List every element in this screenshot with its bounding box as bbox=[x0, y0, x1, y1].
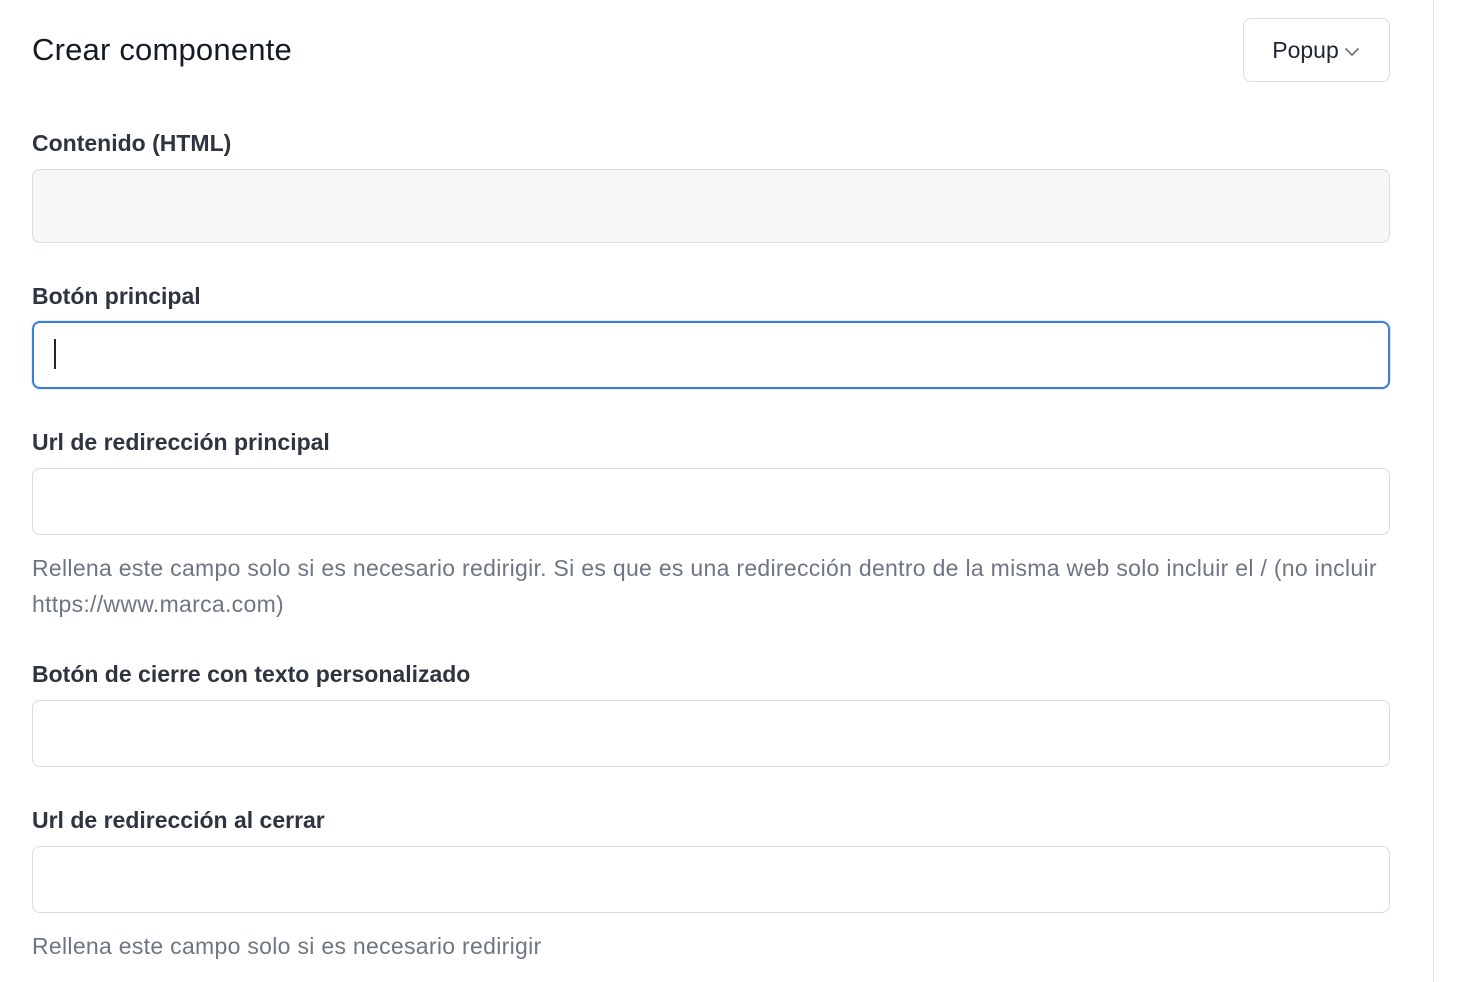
main-redirect-url-input[interactable] bbox=[32, 468, 1390, 535]
page-title: Crear componente bbox=[32, 32, 292, 67]
close-button-text-input[interactable] bbox=[32, 700, 1390, 767]
content-html-label: Contenido (HTML) bbox=[32, 130, 232, 156]
close-button-text-label: Botón de cierre con texto personalizado bbox=[32, 661, 471, 687]
main-redirect-url-label: Url de redirección principal bbox=[32, 429, 330, 455]
main-button-label: Botón principal bbox=[32, 283, 201, 309]
close-redirect-url-input[interactable] bbox=[32, 846, 1390, 913]
main-redirect-url-help: Rellena este campo solo si es necesario … bbox=[32, 555, 1377, 617]
component-type-select[interactable]: Popup bbox=[1243, 18, 1390, 82]
create-component-form: Crear componente Popup Contenido (HTML) … bbox=[32, 0, 1390, 959]
panel-divider bbox=[1433, 0, 1434, 982]
close-redirect-url-help: Rellena este campo solo si es necesario … bbox=[32, 933, 542, 959]
main-button-field bbox=[32, 321, 1390, 389]
chevron-down-icon bbox=[1343, 43, 1361, 61]
main-button-input[interactable] bbox=[32, 321, 1390, 389]
form-header: Crear componente Popup bbox=[32, 0, 1390, 100]
text-caret bbox=[54, 339, 56, 369]
content-html-input[interactable] bbox=[32, 169, 1390, 243]
component-type-selected: Popup bbox=[1272, 36, 1339, 63]
close-redirect-url-label: Url de redirección al cerrar bbox=[32, 807, 325, 833]
